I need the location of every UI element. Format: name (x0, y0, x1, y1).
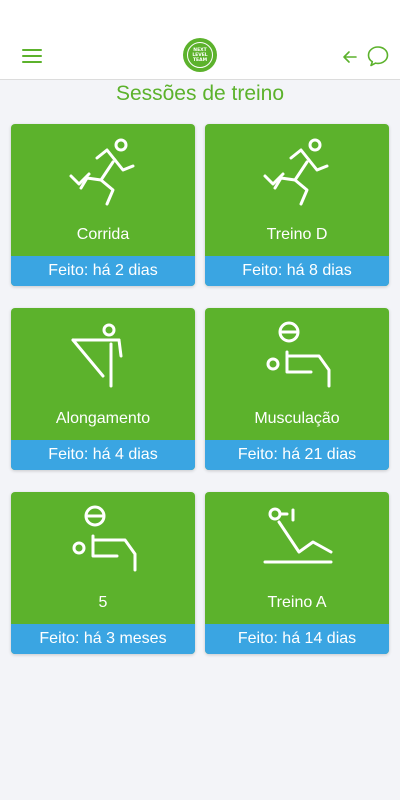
session-status: Feito: há 2 dias (11, 256, 195, 286)
session-status: Feito: há 21 dias (205, 440, 389, 470)
situp-icon (263, 507, 333, 564)
menu-icon[interactable] (20, 45, 44, 67)
running-icon (69, 138, 135, 206)
session-card-treino-d[interactable]: Treino D Feito: há 8 dias (205, 124, 389, 286)
session-card-musculacao[interactable]: Musculação Feito: há 21 dias (205, 308, 389, 470)
session-status: Feito: há 8 dias (205, 256, 389, 286)
back-arrow-icon[interactable] (340, 47, 360, 67)
session-label: Treino D (266, 226, 328, 243)
session-status: Feito: há 14 dias (205, 624, 389, 654)
logo-text: NEXT LEVEL TEAM (187, 42, 213, 68)
session-card-corrida[interactable]: Corrida Feito: há 2 dias (11, 124, 195, 286)
session-label: Alongamento (55, 410, 151, 427)
session-label: Musculação (254, 410, 340, 427)
running-icon (263, 138, 329, 206)
team-logo: NEXT LEVEL TEAM (183, 38, 217, 72)
session-card-alongamento[interactable]: Alongamento Feito: há 4 dias (11, 308, 195, 470)
page-title: Sessões de treino (115, 82, 285, 105)
session-label: Corrida (76, 226, 130, 243)
session-card-treino-a[interactable]: Treino A Feito: há 14 dias (205, 492, 389, 654)
weightlifting-icon (72, 505, 137, 572)
chat-bubble-icon[interactable] (366, 44, 390, 68)
stretching-icon (71, 323, 123, 388)
session-label: Treino A (267, 594, 327, 611)
session-label: 5 (98, 594, 108, 611)
session-status: Feito: há 4 dias (11, 440, 195, 470)
session-status: Feito: há 3 meses (11, 624, 195, 654)
app-header: NEXT LEVEL TEAM (0, 0, 400, 80)
weightlifting-icon (266, 321, 331, 388)
session-card-5[interactable]: 5 Feito: há 3 meses (11, 492, 195, 654)
